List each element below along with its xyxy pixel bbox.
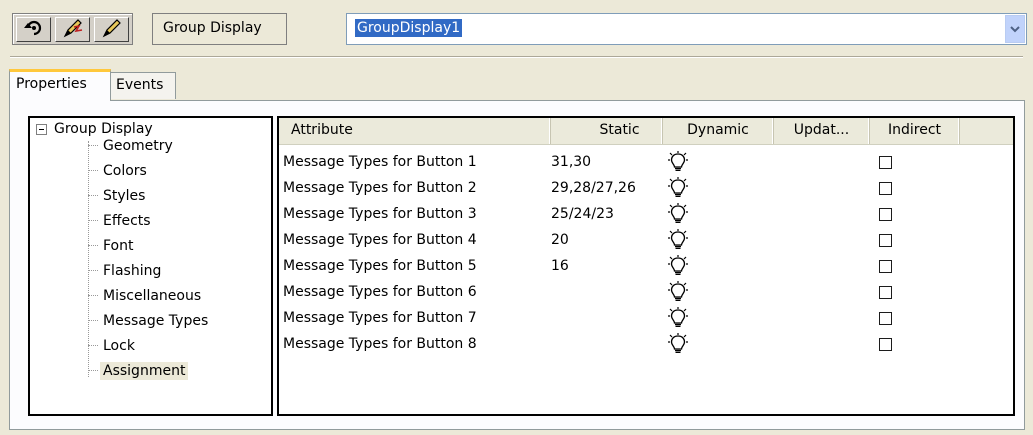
tab-events[interactable]: Events [110,72,176,99]
lightbulb-icon[interactable] [668,203,688,229]
table-row[interactable]: Message Types for Button 1 31,30 [283,150,1003,176]
tree-item-label: Effects [103,212,151,229]
tab-label: Events [116,77,164,93]
attribute-cell: Message Types for Button 3 [283,206,477,222]
lightbulb-icon[interactable] [668,151,688,177]
table-row[interactable]: Message Types for Button 4 20 [283,228,1003,254]
tree-item-geometry[interactable]: Geometry [88,133,176,158]
object-name-value[interactable]: GroupDisplay1 [355,19,463,37]
lightbulb-icon[interactable] [668,177,688,203]
static-value-cell[interactable]: 20 [551,232,569,248]
table-row[interactable]: Message Types for Button 6 [283,280,1003,306]
attribute-cell: Message Types for Button 2 [283,180,477,196]
property-category-tree: Group Display Geometry Colors Styles Eff… [28,116,273,416]
collapse-icon[interactable] [36,123,47,135]
lightbulb-icon[interactable] [668,229,688,255]
attribute-cell: Message Types for Button 1 [283,154,477,170]
indirect-checkbox[interactable] [879,182,892,195]
tree-item-message-types[interactable]: Message Types [88,308,211,333]
tree-item-effects[interactable]: Effects [88,208,154,233]
column-header-static[interactable]: Static [551,118,663,144]
tree-item-label: Colors [103,162,147,179]
tree-item-assignment[interactable]: Assignment [88,358,189,383]
static-value-cell[interactable]: 16 [551,258,569,274]
attribute-grid: Attribute Static Dynamic Updat... Indire… [277,116,1015,416]
tree-item-label: Miscellaneous [103,287,202,304]
table-row[interactable]: Message Types for Button 7 [283,306,1003,332]
chevron-down-icon [1010,21,1020,37]
attribute-cell: Message Types for Button 6 [283,284,477,300]
column-header-dynamic[interactable]: Dynamic [663,118,774,144]
undo-arrow-icon [23,19,45,41]
attribute-cell: Message Types for Button 8 [283,336,477,352]
tree-item-flashing[interactable]: Flashing [88,258,164,283]
tree-item-label: Assignment [100,361,189,380]
table-row[interactable]: Message Types for Button 3 25/24/23 [283,202,1003,228]
column-header-update[interactable]: Updat... [774,118,870,144]
tab-properties[interactable]: Properties [9,69,111,101]
tree-item-miscellaneous[interactable]: Miscellaneous [88,283,204,308]
edit-static-button[interactable] [94,17,129,42]
lightbulb-icon[interactable] [668,333,688,359]
grid-header: Attribute Static Dynamic Updat... Indire… [279,118,1013,145]
tree-item-label: Lock [103,337,135,354]
lightbulb-icon[interactable] [668,307,688,333]
table-row[interactable]: Message Types for Button 8 [283,332,1003,358]
tree-item-label: Font [103,237,134,254]
lightbulb-icon[interactable] [668,255,688,281]
pencil-lightning-icon [62,18,84,42]
indirect-checkbox[interactable] [879,286,892,299]
lightbulb-icon[interactable] [668,281,688,307]
tree-item-lock[interactable]: Lock [88,333,138,358]
tree-item-label: Geometry [103,137,173,154]
tree-item-styles[interactable]: Styles [88,183,148,208]
object-type-label: Group Display [152,13,287,45]
indirect-checkbox[interactable] [879,312,892,325]
static-value-cell[interactable]: 31,30 [551,154,591,170]
attribute-cell: Message Types for Button 7 [283,310,477,326]
table-row[interactable]: Message Types for Button 2 29,28/27,26 [283,176,1003,202]
edit-dynamic-button[interactable] [55,17,90,42]
undo-button[interactable] [16,17,51,42]
tab-label: Properties [16,76,87,92]
static-value-cell[interactable]: 29,28/27,26 [551,180,636,196]
attribute-cell: Message Types for Button 5 [283,258,477,274]
indirect-checkbox[interactable] [879,234,892,247]
tree-item-font[interactable]: Font [88,233,136,258]
indirect-checkbox[interactable] [879,338,892,351]
tree-item-label: Styles [103,187,146,204]
indirect-checkbox[interactable] [879,260,892,273]
toolbar [12,13,133,45]
column-header-attribute[interactable]: Attribute [279,118,551,144]
indirect-checkbox[interactable] [879,208,892,221]
tree-item-label: Message Types [103,312,209,329]
header-separator [10,56,1023,58]
tree-item-label: Flashing [103,262,162,279]
combobox-dropdown-button[interactable] [1005,15,1025,43]
static-value-cell[interactable]: 25/24/23 [551,206,614,222]
object-name-combobox[interactable]: GroupDisplay1 [346,13,1027,45]
tree-item-colors[interactable]: Colors [88,158,150,183]
column-header-indirect[interactable]: Indirect [870,118,960,144]
table-row[interactable]: Message Types for Button 5 16 [283,254,1003,280]
attribute-cell: Message Types for Button 4 [283,232,477,248]
pencil-icon [101,18,123,42]
indirect-checkbox[interactable] [879,156,892,169]
